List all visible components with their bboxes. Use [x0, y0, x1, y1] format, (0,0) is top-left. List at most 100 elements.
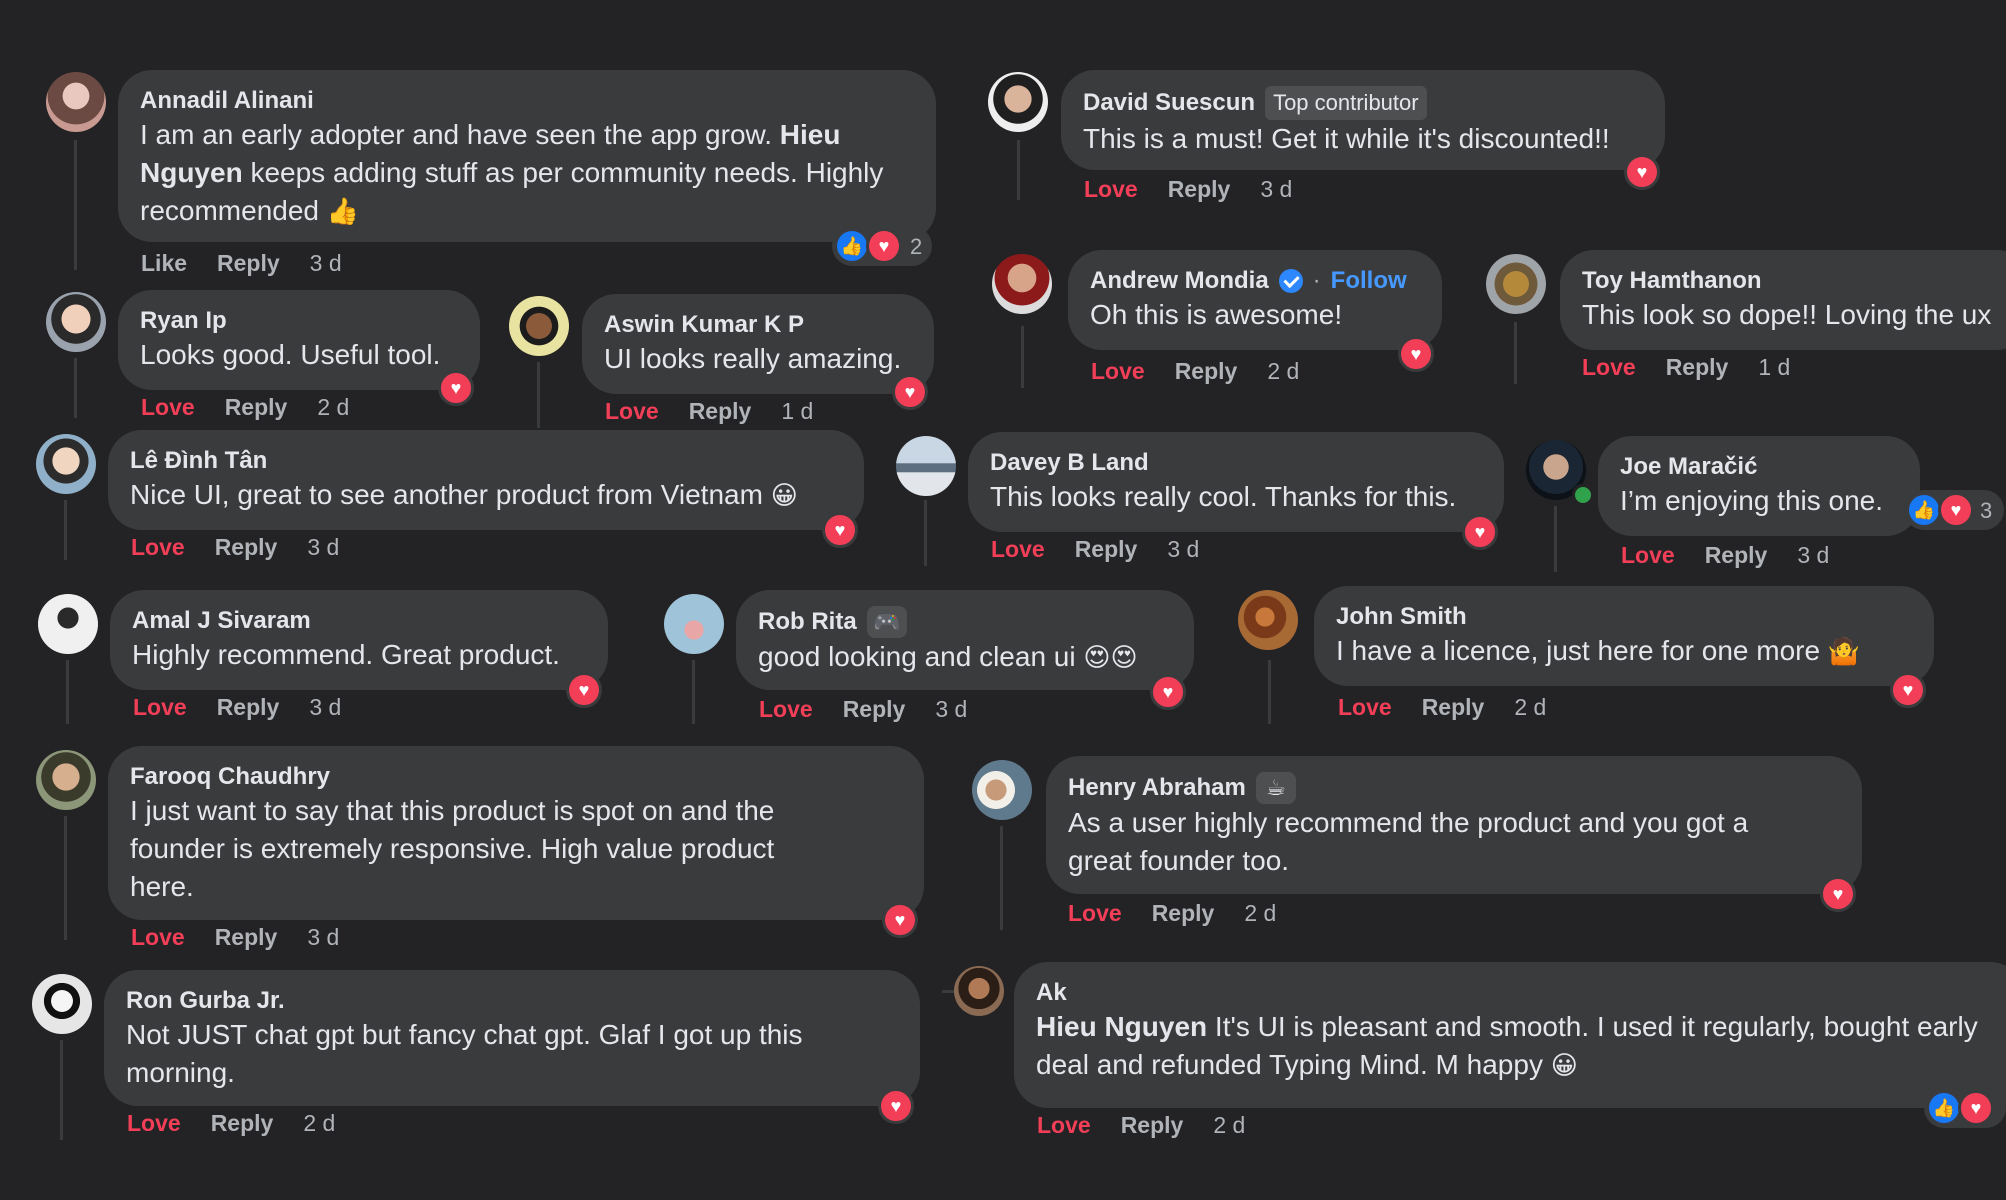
comment-author[interactable]: John Smith [1336, 602, 1912, 632]
love-reaction-icon[interactable]: ♥ [822, 512, 858, 548]
reply-button[interactable]: Reply [215, 924, 278, 951]
love-button[interactable]: Love [1068, 900, 1122, 927]
shrug-emoji: 🤷 [1827, 636, 1861, 666]
comment-author[interactable]: Aswin Kumar K P [604, 310, 912, 340]
love-reaction-icon[interactable]: ♥ [878, 1088, 914, 1124]
reply-button[interactable]: Reply [1075, 536, 1138, 563]
reply-button[interactable]: Reply [843, 696, 906, 723]
comment-actions: Love Reply 2 d [1037, 1112, 1245, 1139]
reply-button[interactable]: Reply [1121, 1112, 1184, 1139]
love-button[interactable]: Love [133, 694, 187, 721]
reply-button[interactable]: Reply [1175, 358, 1238, 385]
reply-button[interactable]: Reply [225, 394, 288, 421]
avatar[interactable] [36, 434, 96, 494]
love-reaction-icon[interactable]: ♥ [1150, 674, 1186, 710]
comment-author[interactable]: Annadil Alinani [140, 86, 914, 116]
love-reaction-icon[interactable]: ♥ [1624, 154, 1660, 190]
comment-author[interactable]: Ak [1036, 978, 2002, 1008]
avatar[interactable] [36, 750, 96, 810]
comment-author[interactable]: Davey B Land [990, 448, 1482, 478]
comment-author[interactable]: Toy Hamthanon [1582, 266, 2006, 296]
comment-author[interactable]: Farooq Chaudhry [130, 762, 902, 792]
love-button[interactable]: Love [141, 394, 195, 421]
avatar[interactable] [1486, 254, 1546, 314]
love-button[interactable]: Love [1621, 542, 1675, 569]
love-reaction-icon[interactable]: ♥ [1398, 336, 1434, 372]
love-reaction-icon[interactable]: ♥ [882, 902, 918, 938]
comment-author[interactable]: Amal J Sivaram [132, 606, 586, 636]
avatar[interactable] [46, 72, 106, 132]
comment-timestamp[interactable]: 2 d [1213, 1112, 1245, 1139]
reply-button[interactable]: Reply [1152, 900, 1215, 927]
comment-timestamp[interactable]: 1 d [1758, 354, 1790, 381]
love-button[interactable]: Love [1582, 354, 1636, 381]
like-reaction-icon: 👍 [834, 228, 870, 264]
love-reaction-icon[interactable]: ♥ [438, 370, 474, 406]
love-button[interactable]: Love [759, 696, 813, 723]
avatar[interactable] [509, 296, 569, 356]
comment-timestamp[interactable]: 3 d [935, 696, 967, 723]
love-reaction-icon[interactable]: ♥ [1890, 672, 1926, 708]
love-button[interactable]: Love [991, 536, 1045, 563]
love-button[interactable]: Love [1084, 176, 1138, 203]
thread-line [64, 500, 67, 560]
reply-button[interactable]: Reply [689, 398, 752, 425]
avatar[interactable] [32, 974, 92, 1034]
comment-timestamp[interactable]: 1 d [781, 398, 813, 425]
comment-timestamp[interactable]: 3 d [309, 694, 341, 721]
reply-button[interactable]: Reply [1666, 354, 1729, 381]
comment-timestamp[interactable]: 3 d [1167, 536, 1199, 563]
avatar[interactable] [664, 594, 724, 654]
comment-timestamp[interactable]: 3 d [1260, 176, 1292, 203]
comment-timestamp[interactable]: 3 d [307, 924, 339, 951]
avatar[interactable] [972, 760, 1032, 820]
reply-button[interactable]: Reply [217, 250, 280, 277]
love-button[interactable]: Love [131, 924, 185, 951]
love-button[interactable]: Love [1037, 1112, 1091, 1139]
follow-button[interactable]: Follow [1331, 266, 1407, 296]
love-button[interactable]: Love [1091, 358, 1145, 385]
comment-timestamp[interactable]: 2 d [1244, 900, 1276, 927]
comment-timestamp[interactable]: 2 d [317, 394, 349, 421]
reply-button[interactable]: Reply [1422, 694, 1485, 721]
reply-button[interactable]: Reply [1705, 542, 1768, 569]
love-button[interactable]: Love [131, 534, 185, 561]
verified-badge-icon [1278, 269, 1303, 293]
like-button[interactable]: Like [141, 250, 187, 277]
comment-timestamp[interactable]: 3 d [307, 534, 339, 561]
comment-timestamp[interactable]: 2 d [1514, 694, 1546, 721]
love-button[interactable]: Love [1338, 694, 1392, 721]
mention-link[interactable]: Hieu Nguyen [1036, 1011, 1207, 1042]
comment-actions: Love Reply 2 d [1091, 358, 1299, 385]
comment-timestamp[interactable]: 2 d [1267, 358, 1299, 385]
comment-bubble: Ak Hieu Nguyen It's UI is pleasant and s… [1014, 962, 2006, 1108]
love-button[interactable]: Love [127, 1110, 181, 1137]
comment-timestamp[interactable]: 2 d [303, 1110, 335, 1137]
love-reaction-icon[interactable]: ♥ [1820, 876, 1856, 912]
avatar[interactable] [38, 594, 98, 654]
comment-author[interactable]: Ron Gurba Jr. [126, 986, 898, 1016]
avatar[interactable] [896, 436, 956, 496]
avatar[interactable] [992, 254, 1052, 314]
reply-button[interactable]: Reply [1168, 176, 1231, 203]
comment-timestamp[interactable]: 3 d [310, 250, 342, 277]
reply-button[interactable]: Reply [211, 1110, 274, 1137]
love-button[interactable]: Love [605, 398, 659, 425]
comment-actions: Love Reply 2 d [127, 1110, 335, 1137]
avatar[interactable] [988, 72, 1048, 132]
comment-author[interactable]: Ryan Ip [140, 306, 458, 336]
love-reaction-icon[interactable]: ♥ [1462, 514, 1498, 550]
avatar[interactable] [954, 966, 1004, 1016]
love-reaction-icon[interactable]: ♥ [566, 672, 602, 708]
comment-timestamp[interactable]: 3 d [1797, 542, 1829, 569]
avatar[interactable] [46, 292, 106, 352]
thread-line [1017, 140, 1020, 200]
reply-button[interactable]: Reply [215, 534, 278, 561]
reply-button[interactable]: Reply [217, 694, 280, 721]
comment-bubble: Davey B Land This looks really cool. Tha… [968, 432, 1504, 532]
comment-author[interactable]: Lê Đình Tân [130, 446, 842, 476]
love-reaction-icon[interactable]: ♥ [892, 374, 928, 410]
comment-actions: Love Reply 3 d [991, 536, 1199, 563]
avatar[interactable] [1238, 590, 1298, 650]
comment-author[interactable]: Joe Maračić [1620, 452, 1898, 482]
